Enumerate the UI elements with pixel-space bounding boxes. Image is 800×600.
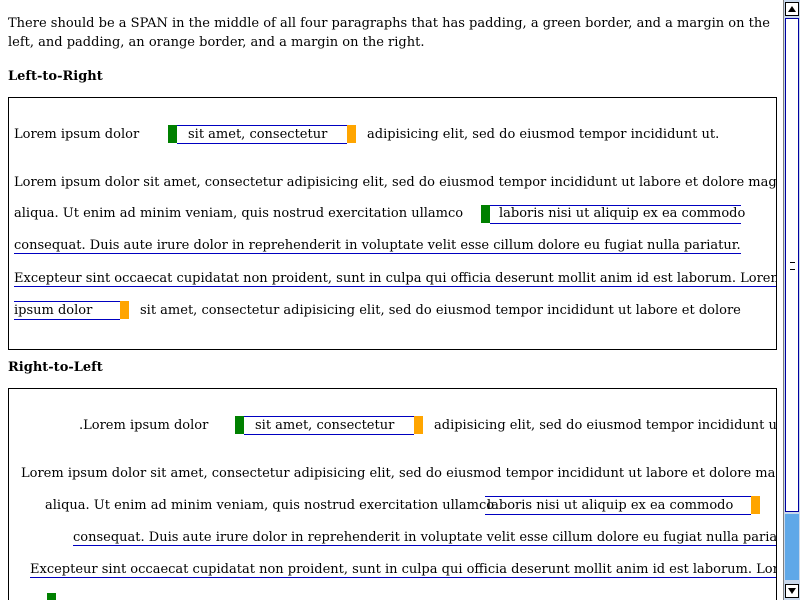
rtl-box: .Lorem ipsum dolor sit amet, consectetur…: [8, 388, 777, 600]
ltr-p2-line5: sit amet, consectetur adipisicing elit, …: [140, 303, 741, 318]
ltr-p2-green-border: [481, 205, 490, 223]
ltr-p1-green-border: [168, 125, 177, 143]
ltr-p1-span: sit amet, consectetur: [188, 127, 328, 142]
ltr-heading: Left-to-Right: [8, 69, 103, 84]
page-content: There should be a SPAN in the middle of …: [0, 0, 784, 600]
scrollbar-thumb[interactable]: [785, 18, 799, 512]
rtl-p2-line4: Excepteur sint occaecat cupidatat non pr…: [30, 562, 776, 578]
rtl-p2-span: laboris nisi ut aliquip ex ea commodo: [487, 498, 734, 513]
rtl-p2-line1: Lorem ipsum dolor sit amet, consectetur …: [21, 466, 777, 481]
ltr-p1-after: adipisicing elit, sed do eiusmod tempor …: [367, 127, 720, 142]
vertical-scrollbar[interactable]: [783, 0, 800, 600]
scroll-down-button[interactable]: [785, 584, 799, 598]
grip-icon: [790, 262, 795, 270]
scrollbar-track-lower[interactable]: [785, 514, 799, 580]
rtl-p1-span: sit amet, consectetur: [255, 418, 395, 433]
ltr-p1-before: Lorem ipsum dolor: [14, 127, 140, 142]
rtl-p1-orange-border: [414, 416, 423, 434]
ltr-p2-orange-border: [120, 301, 129, 319]
ltr-p2-line2: aliqua. Ut enim ad minim veniam, quis no…: [14, 206, 464, 221]
ltr-p2-line4: Excepteur sint occaecat cupidatat non pr…: [14, 271, 776, 287]
rtl-p2-orange-border: [751, 496, 760, 514]
ltr-p1-orange-border: [347, 125, 356, 143]
ltr-p2-line1: Lorem ipsum dolor sit amet, consectetur …: [14, 175, 777, 190]
ltr-p2-span: laboris nisi ut aliquip ex ea commodo: [499, 206, 746, 221]
rtl-p1-green-border: [235, 416, 244, 434]
rtl-p2-line2: aliqua. Ut enim ad minim veniam, quis no…: [45, 498, 495, 513]
arrow-up-icon: [788, 6, 796, 12]
rtl-p1-after: adipisicing elit, sed do eiusmod tempor …: [434, 418, 777, 433]
rtl-heading: Right-to-Left: [8, 360, 103, 375]
rtl-p2-line3: consequat. Duis aute irure dolor in repr…: [73, 530, 776, 546]
intro-text: There should be a SPAN in the middle of …: [8, 16, 770, 50]
rtl-p2-green-border: [47, 593, 56, 600]
arrow-down-icon: [788, 588, 796, 594]
ltr-p2-span-end: ipsum dolor: [14, 303, 93, 318]
rtl-p1-before: .Lorem ipsum dolor: [79, 418, 209, 433]
ltr-box: Lorem ipsum dolor sit amet, consectetur …: [8, 97, 777, 350]
scroll-up-button[interactable]: [785, 2, 799, 16]
ltr-p2-line3: consequat. Duis aute irure dolor in repr…: [14, 238, 741, 254]
